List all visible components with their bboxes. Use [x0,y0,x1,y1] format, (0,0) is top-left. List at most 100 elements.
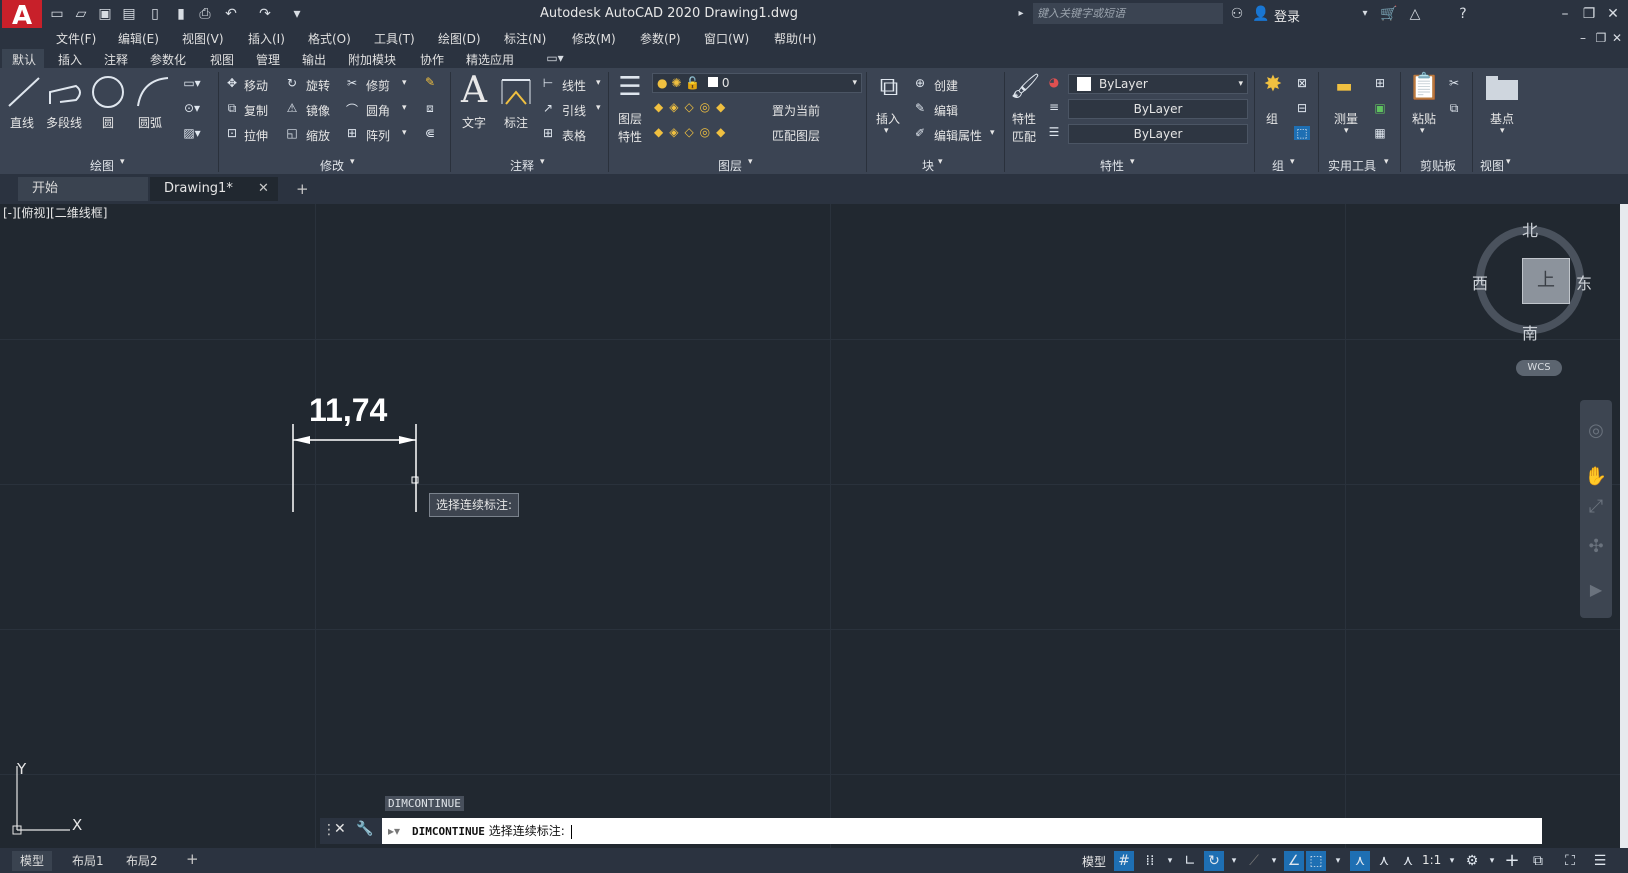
tab-manage[interactable]: 管理 [256,51,280,68]
compass-south[interactable]: 南 [1522,320,1538,344]
paste-dropdown-icon[interactable]: ▾ [1420,126,1425,136]
tab-home[interactable]: 默认 [12,51,36,68]
table-icon[interactable]: ⊞ [540,126,556,140]
layer-properties-icon[interactable]: ☰ [614,72,646,102]
annotation-scale-icon[interactable]: ⋏ [1398,851,1418,871]
linear-icon[interactable]: ⊢ [540,76,556,90]
login-dropdown-icon[interactable]: ▾ [1356,5,1374,23]
edit-attributes-icon[interactable]: ✐ [912,126,928,140]
panel-title-view[interactable]: 视图 [1480,157,1504,174]
explode-icon[interactable]: ⧈ [422,101,438,116]
command-customize-icon[interactable]: 🔧 [356,821,373,837]
save-icon[interactable]: ▣ [96,5,114,23]
annotation-visibility-icon[interactable]: ⋏ [1350,851,1370,871]
panel-title-layers[interactable]: 图层 [718,157,742,174]
rotate-button[interactable]: 旋转 [306,77,330,94]
wcs-menu[interactable]: WCS [1516,360,1562,376]
layer-properties-label-1[interactable]: 图层 [618,110,642,127]
annotation-expand-icon[interactable]: ▾ [540,157,545,167]
layer-dropdown[interactable]: ● ✺ 🔓 0 ▾ [652,73,862,93]
tab-featured-apps[interactable]: 精选应用 [466,51,514,68]
menu-view[interactable]: 视图(V) [182,30,224,47]
menu-draw[interactable]: 绘图(D) [438,30,481,47]
layer-tools-icons-row1[interactable]: ◆◈◇◎◆ [654,100,764,114]
scale-dropdown-icon[interactable]: ▾ [1442,851,1462,871]
text-icon[interactable]: A [456,70,492,111]
ortho-icon[interactable]: ∟ [1180,851,1200,871]
leader-button[interactable]: 引线 [562,102,586,119]
tab-view[interactable]: 视图 [210,51,234,68]
doc-minimize-icon[interactable]: – [1574,29,1592,47]
menu-insert[interactable]: 插入(I) [248,30,285,47]
lineweight-dropdown[interactable]: ByLayer [1068,99,1248,119]
auto-scale-icon[interactable]: ⋏ [1374,851,1394,871]
offset-icon[interactable]: ⋐ [422,126,438,140]
command-close-icon[interactable]: ✕ [334,821,346,837]
arc-icon[interactable] [134,74,170,110]
file-tab-start[interactable]: 开始 [18,177,148,201]
table-button[interactable]: 表格 [562,127,586,144]
linetype-icon[interactable]: ☰ [1046,125,1062,139]
undo-icon[interactable]: ↶ [222,5,240,23]
layout-tab-2[interactable]: 布局2 [118,851,166,871]
circle-button-label[interactable]: 圆 [102,114,114,131]
tab-parametric[interactable]: 参数化 [150,51,186,68]
cut-icon[interactable]: ✂ [1446,76,1462,90]
leader-icon[interactable]: ↗ [540,101,556,115]
move-button[interactable]: 移动 [244,77,268,94]
search-input[interactable]: 键入关键字或短语 [1033,3,1223,24]
group-button-label[interactable]: 组 [1266,110,1278,127]
match-layer-button[interactable]: 匹配图层 [772,127,820,144]
snap-icon[interactable]: ⁞⁞ [1140,851,1160,871]
base-view-icon[interactable] [1484,74,1520,104]
measure-dropdown-icon[interactable]: ▾ [1344,126,1349,136]
command-input[interactable]: ▸▾ DIMCONTINUE 选择连续标注: [382,818,1542,844]
copy-clip-icon[interactable]: ⧉ [1446,101,1462,116]
paste-button-label[interactable]: 粘贴 [1412,110,1436,127]
modify-expand-icon[interactable]: ▾ [350,157,355,167]
trim-button[interactable]: 修剪 [366,77,390,94]
properties-expand-icon[interactable]: ▾ [1130,157,1135,167]
close-icon[interactable]: ✕ [1604,5,1622,23]
login-button[interactable]: 登录 [1274,6,1300,25]
open-folder-icon[interactable]: ▱ [72,5,90,23]
menu-modify[interactable]: 修改(M) [572,30,616,47]
restore-icon[interactable]: ❐ [1580,5,1598,23]
groups-expand-icon[interactable]: ▾ [1290,157,1295,167]
stretch-icon[interactable]: ⊡ [224,126,240,140]
panel-title-groups[interactable]: 组 [1272,157,1284,174]
group-select-icon[interactable]: ⬚ [1294,126,1310,140]
menu-parametric[interactable]: 参数(P) [640,30,681,47]
minimize-icon[interactable]: – [1556,5,1574,23]
text-button-label[interactable]: 文字 [462,114,486,131]
base-view-label[interactable]: 基点 [1490,110,1514,127]
array-button[interactable]: 阵列 [366,127,390,144]
menu-tools[interactable]: 工具(T) [374,30,415,47]
plot-icon[interactable]: ⎙ [196,5,214,23]
create-block-icon[interactable]: ⊕ [912,76,928,90]
isolate-objects-icon[interactable]: ⧉ [1528,851,1548,871]
workspace-gear-icon[interactable]: ⚙ [1462,851,1482,871]
panel-title-draw[interactable]: 绘图 [90,157,114,174]
layer-tools-icons-row2[interactable]: ◆◈◇◎◆ [654,125,764,139]
measure-icon[interactable]: ▬ [1324,76,1364,97]
menu-window[interactable]: 窗口(W) [704,30,749,47]
linear-dropdown-icon[interactable]: ▾ [596,78,601,88]
measure-button-label[interactable]: 测量 [1334,110,1358,127]
scale-button[interactable]: 缩放 [306,127,330,144]
copy-icon[interactable]: ⧉ [224,101,240,116]
dimension-text[interactable]: 11,74 [309,392,387,429]
group-edit-icon[interactable]: ⊟ [1294,101,1310,115]
paste-icon[interactable]: 📋 [1408,72,1440,102]
edit-block-icon[interactable]: ✎ [912,101,928,115]
panel-title-modify[interactable]: 修改 [320,157,344,174]
binoculars-icon[interactable]: ⚇ [1228,5,1246,23]
mirror-icon[interactable]: ⚠ [284,101,300,115]
steering-wheel-icon[interactable]: ◎ [1584,420,1608,441]
dimension-icon[interactable] [498,74,534,110]
line-icon[interactable] [6,74,42,110]
move-icon[interactable]: ✥ [224,76,240,90]
panel-title-utilities[interactable]: 实用工具 [1328,157,1376,174]
layout-tab-1[interactable]: 布局1 [64,851,112,871]
tab-collaborate[interactable]: 协作 [420,51,444,68]
